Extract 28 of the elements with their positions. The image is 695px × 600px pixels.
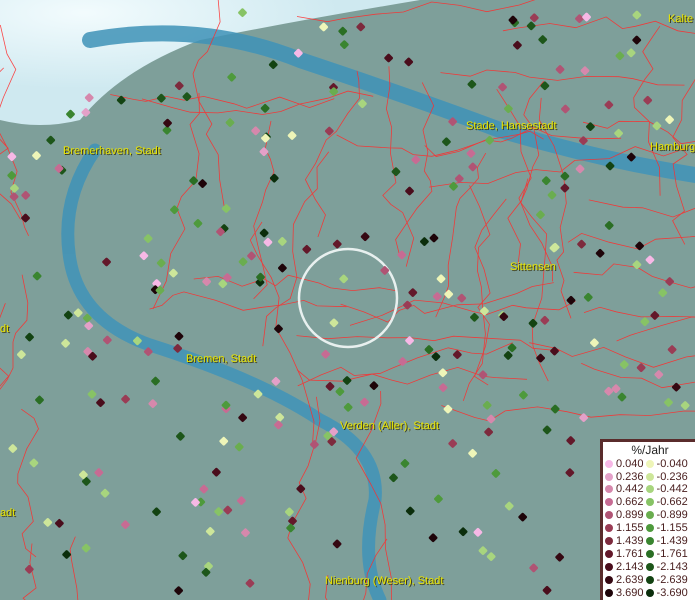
legend-value: -1.761 [656, 548, 688, 560]
place-label: Bremen, Stadt [186, 353, 256, 366]
legend-value: -1.439 [656, 534, 688, 547]
legend-value: 2.639 [616, 574, 644, 586]
legend-value: -0.442 [656, 483, 688, 496]
place-label: Bremerhaven, Stadt [63, 145, 161, 158]
legend-value: 1.761 [616, 548, 644, 560]
place-label: adt [0, 507, 16, 520]
legend-value: 0.662 [616, 496, 644, 508]
legend-value: 2.143 [616, 560, 644, 573]
legend-value: -2.639 [656, 574, 688, 586]
legend-value: -0.040 [656, 458, 688, 470]
legend-value: -1.155 [656, 522, 688, 534]
legend-value: -0.662 [656, 496, 688, 508]
legend-value: -0.236 [656, 470, 688, 483]
legend-value: 0.236 [616, 470, 644, 483]
legend-title: %/Jahr [630, 443, 670, 458]
legend-value: 3.690 [616, 586, 644, 599]
legend-value: 1.439 [616, 534, 644, 547]
legend-value: 1.155 [616, 522, 644, 534]
legend-value: 0.899 [616, 509, 644, 522]
place-label: dt [0, 323, 10, 336]
legend-value: -2.143 [656, 560, 688, 573]
legend-value: 0.040 [616, 458, 644, 470]
legend-value: -0.899 [656, 509, 688, 522]
place-label: Kalte [668, 13, 694, 26]
legend-value: 0.442 [616, 483, 644, 496]
legend-value: -3.690 [656, 586, 688, 599]
